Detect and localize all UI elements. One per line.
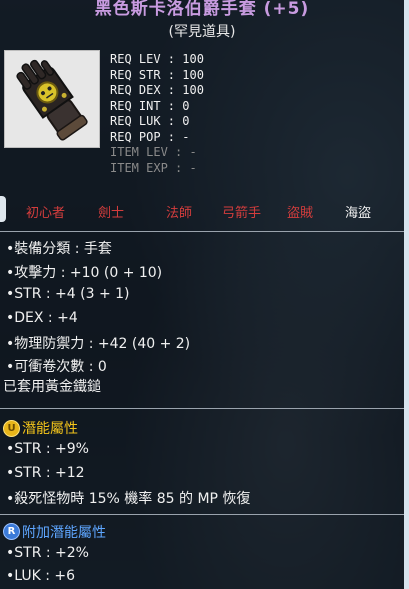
divider [0, 408, 404, 409]
stat-upgrades: •可衝卷次數 : 0 [6, 359, 107, 375]
potential-line: •STR : +12 [6, 465, 85, 481]
potential-line: •殺死怪物時 15% 機率 85 的 MP 恢復 [6, 491, 251, 507]
item-exp: ITEM EXP : - [110, 160, 197, 175]
item-lev: ITEM LEV : - [110, 145, 197, 159]
bonus-potential-line: •STR : +2% [6, 545, 89, 561]
glove-icon [16, 59, 88, 141]
item-title: 黑色斯卡洛伯爵手套 (+5) [94, 0, 310, 19]
stat-equip-type: •裝備分類 : 手套 [6, 241, 112, 257]
req-luk: REQ LUK : 0 [110, 114, 190, 128]
job-beginner: 初心者 [26, 206, 66, 221]
divider [0, 514, 404, 515]
requirements-list: REQ LEV : 100 REQ STR : 100 REQ DEX : 10… [110, 52, 204, 176]
divider [0, 231, 404, 232]
job-magician: 法師 [166, 206, 193, 221]
gold-hammer-text: 已套用黃金鐵鎚 [3, 379, 101, 395]
item-tooltip: 黑色斯卡洛伯爵手套 (+5) (罕見道具) REQ LEV : 100 REQ … [0, 0, 404, 589]
job-bowman: 弓箭手 [222, 206, 262, 221]
req-int: REQ INT : 0 [110, 98, 190, 113]
window-edge [404, 0, 409, 589]
item-icon-frame [4, 50, 100, 148]
potential-line: •STR : +9% [6, 441, 89, 457]
bonus-potential-rank-icon: R [3, 523, 20, 540]
stat-dex: •DEX : +4 [6, 310, 78, 326]
stat-str: •STR : +4 (3 + 1) [6, 286, 130, 302]
req-pop: REQ POP : - [110, 129, 190, 144]
job-list: 初心者 劍士 法師 弓箭手 盜賊 海盜 [0, 200, 404, 222]
req-dex: REQ DEX : 100 [110, 83, 204, 97]
stat-attack: •攻擊力 : +10 (0 + 10) [6, 265, 163, 281]
item-rarity: (罕見道具) [168, 24, 236, 40]
stat-defense: •物理防禦力 : +42 (40 + 2) [6, 336, 191, 352]
job-thief: 盜賊 [287, 206, 314, 221]
bonus-potential-line: •LUK : +6 [6, 568, 76, 584]
bonus-potential-label: 附加潛能屬性 [22, 525, 106, 541]
job-pirate: 海盜 [345, 206, 372, 221]
req-lev: REQ LEV : 100 [110, 52, 204, 66]
potential-rank-icon: U [3, 420, 20, 437]
req-str: REQ STR : 100 [110, 67, 204, 82]
job-warrior: 劍士 [98, 206, 125, 221]
potential-label: 潛能屬性 [22, 421, 78, 437]
